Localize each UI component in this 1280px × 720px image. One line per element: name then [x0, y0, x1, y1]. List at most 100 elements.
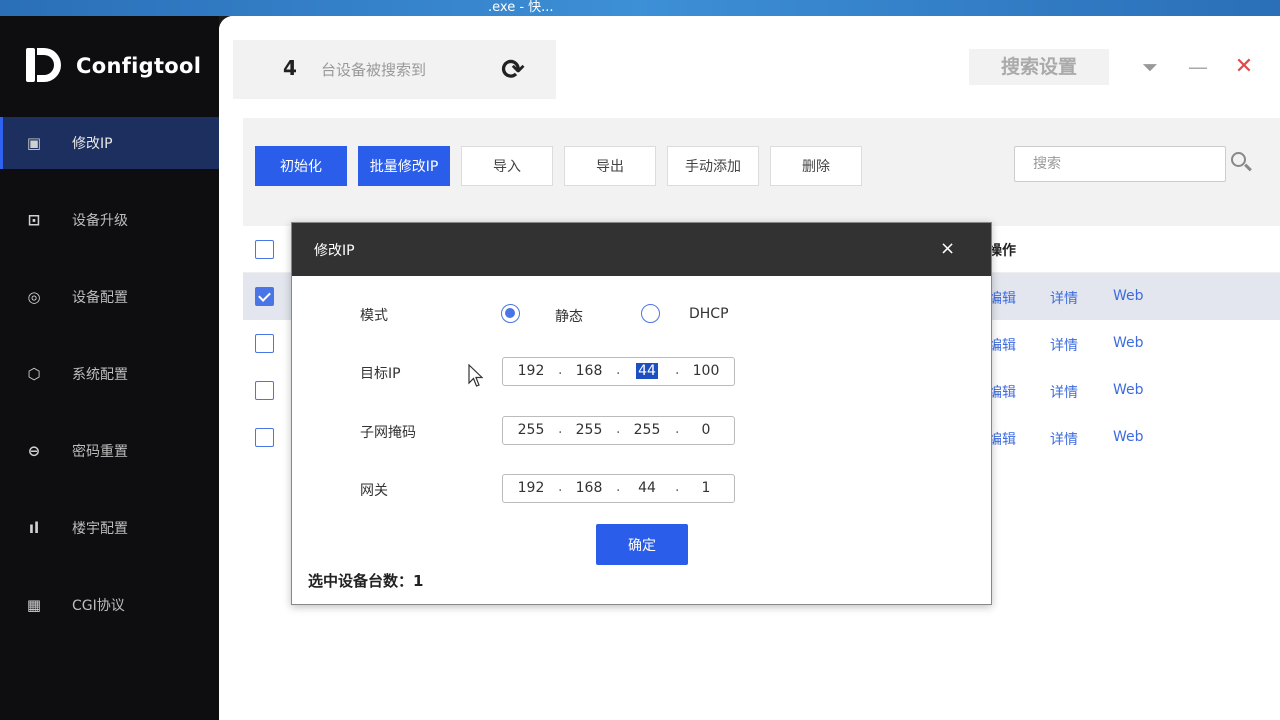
- dialog-close-icon[interactable]: ×: [940, 238, 955, 259]
- header: 4 台设备被搜索到 ⟳ 搜索设置 ⏷ — ✕: [219, 16, 1280, 116]
- web-link[interactable]: Web: [1113, 335, 1144, 351]
- close-icon[interactable]: ✕: [1231, 54, 1257, 80]
- ip-dot: .: [616, 421, 621, 437]
- edit-link[interactable]: 编辑: [988, 429, 1016, 449]
- edit-link[interactable]: 编辑: [988, 335, 1016, 355]
- sidebar: Configtool ▣ 修改IP ⊡ 设备升级 ◎ 设备配置 ⬡ 系统配置 ⊖…: [0, 16, 219, 720]
- gateway-input[interactable]: 192 . 168 . 44 . 1: [502, 474, 735, 503]
- edit-link[interactable]: 编辑: [988, 288, 1016, 308]
- ip-dot: .: [616, 479, 621, 495]
- dialog-header: 修改IP ×: [292, 223, 991, 276]
- sidebar-item-device-config[interactable]: ◎ 设备配置: [0, 271, 219, 323]
- web-link[interactable]: Web: [1113, 429, 1144, 445]
- ip-dot: .: [675, 362, 680, 378]
- sidebar-item-modify-ip[interactable]: ▣ 修改IP: [0, 117, 219, 169]
- detail-link[interactable]: 详情: [1050, 429, 1078, 449]
- ip-octet-selected[interactable]: 44: [630, 363, 664, 379]
- ip-dot: .: [558, 479, 563, 495]
- ip-octet[interactable]: 255: [572, 422, 606, 438]
- device-count-label: 台设备被搜索到: [321, 61, 427, 79]
- subnet-input[interactable]: 255 . 255 . 255 . 0: [502, 416, 735, 445]
- selected-device-count: 选中设备台数：1: [308, 572, 424, 590]
- sidebar-item-label: 修改IP: [72, 136, 113, 152]
- detail-link[interactable]: 详情: [1050, 335, 1078, 355]
- dhcp-radio-label: DHCP: [689, 306, 729, 322]
- ip-dot: .: [558, 421, 563, 437]
- subnet-label: 子网掩码: [360, 425, 416, 441]
- web-link[interactable]: Web: [1113, 382, 1144, 398]
- sidebar-item-label: 系统配置: [72, 367, 128, 383]
- mouse-cursor-icon: [468, 364, 484, 387]
- device-config-icon: ◎: [27, 288, 41, 306]
- ip-octet[interactable]: 100: [689, 363, 723, 379]
- gateway-label: 网关: [360, 483, 388, 499]
- sidebar-item-label: 设备配置: [72, 290, 128, 306]
- system-config-icon: ⬡: [27, 365, 41, 383]
- sidebar-nav: ▣ 修改IP ⊡ 设备升级 ◎ 设备配置 ⬡ 系统配置 ⊖ 密码重置 ıl 楼宇…: [0, 117, 219, 656]
- ip-dot: .: [558, 362, 563, 378]
- ip-octet[interactable]: 192: [514, 363, 548, 379]
- row-checkbox[interactable]: [255, 287, 274, 306]
- export-button[interactable]: 导出: [564, 146, 656, 186]
- sidebar-item-label: 楼宇配置: [72, 521, 128, 537]
- dhcp-radio[interactable]: [641, 304, 660, 323]
- target-ip-input[interactable]: 192 . 168 . 44 . 100: [502, 357, 735, 386]
- window-title: .exe - 快...: [488, 0, 554, 15]
- init-button[interactable]: 初始化: [255, 146, 347, 186]
- confirm-button[interactable]: 确定: [596, 524, 688, 565]
- building-config-icon: ıl: [28, 519, 40, 537]
- search-settings-button[interactable]: 搜索设置: [969, 49, 1109, 85]
- sidebar-item-cgi-protocol[interactable]: ▦ CGI协议: [0, 579, 219, 631]
- row-checkbox[interactable]: [255, 334, 274, 353]
- import-button[interactable]: 导入: [461, 146, 553, 186]
- target-ip-label: 目标IP: [360, 366, 401, 382]
- static-radio-label: 静态: [555, 309, 583, 325]
- cgi-icon: ▦: [26, 596, 42, 614]
- ip-octet[interactable]: 255: [630, 422, 664, 438]
- sidebar-item-device-upgrade[interactable]: ⊡ 设备升级: [0, 194, 219, 246]
- app-logo: Configtool: [24, 46, 201, 86]
- logo-icon: [24, 46, 64, 86]
- device-count-box: 4 台设备被搜索到 ⟳: [233, 40, 556, 99]
- select-all-checkbox[interactable]: [255, 240, 274, 259]
- app-name: Configtool: [76, 54, 202, 78]
- detail-link[interactable]: 详情: [1050, 288, 1078, 308]
- ip-octet[interactable]: 255: [514, 422, 548, 438]
- static-radio[interactable]: [501, 304, 520, 323]
- ip-octet-selected-text: 44: [636, 363, 658, 379]
- sidebar-item-label: 密码重置: [72, 444, 128, 460]
- password-reset-icon: ⊖: [27, 442, 41, 460]
- device-count: 4: [283, 56, 297, 80]
- detail-link[interactable]: 详情: [1050, 382, 1078, 402]
- ip-icon: ▣: [26, 134, 42, 152]
- ip-dot: .: [675, 479, 680, 495]
- ip-dot: .: [675, 421, 680, 437]
- ip-octet[interactable]: 1: [689, 480, 723, 496]
- ops-column-header: 操作: [988, 243, 1016, 259]
- delete-button[interactable]: 删除: [770, 146, 862, 186]
- ip-octet[interactable]: 168: [572, 363, 606, 379]
- edit-link[interactable]: 编辑: [988, 382, 1016, 402]
- sidebar-item-password-reset[interactable]: ⊖ 密码重置: [0, 425, 219, 477]
- row-checkbox[interactable]: [255, 381, 274, 400]
- sidebar-item-building-config[interactable]: ıl 楼宇配置: [0, 502, 219, 554]
- row-checkbox[interactable]: [255, 428, 274, 447]
- search-icon[interactable]: [1229, 150, 1253, 174]
- sidebar-item-system-config[interactable]: ⬡ 系统配置: [0, 348, 219, 400]
- dropdown-icon[interactable]: ⏷: [1137, 54, 1163, 80]
- ip-octet[interactable]: 0: [689, 422, 723, 438]
- search-input[interactable]: 搜索: [1014, 146, 1226, 182]
- dialog-title: 修改IP: [314, 243, 355, 259]
- batch-modify-ip-button[interactable]: 批量修改IP: [358, 146, 450, 186]
- ip-octet[interactable]: 168: [572, 480, 606, 496]
- ip-octet[interactable]: 192: [514, 480, 548, 496]
- minimize-icon[interactable]: —: [1185, 54, 1211, 80]
- web-link[interactable]: Web: [1113, 288, 1144, 304]
- manual-add-button[interactable]: 手动添加: [667, 146, 759, 186]
- sidebar-item-label: 设备升级: [72, 213, 128, 229]
- mode-label: 模式: [360, 308, 388, 324]
- toolbar-area: 初始化 批量修改IP 导入 导出 手动添加 删除 搜索: [243, 118, 1280, 226]
- toolbar: 初始化 批量修改IP 导入 导出 手动添加 删除: [255, 146, 873, 186]
- ip-octet[interactable]: 44: [630, 480, 664, 496]
- refresh-icon[interactable]: ⟳: [497, 54, 529, 86]
